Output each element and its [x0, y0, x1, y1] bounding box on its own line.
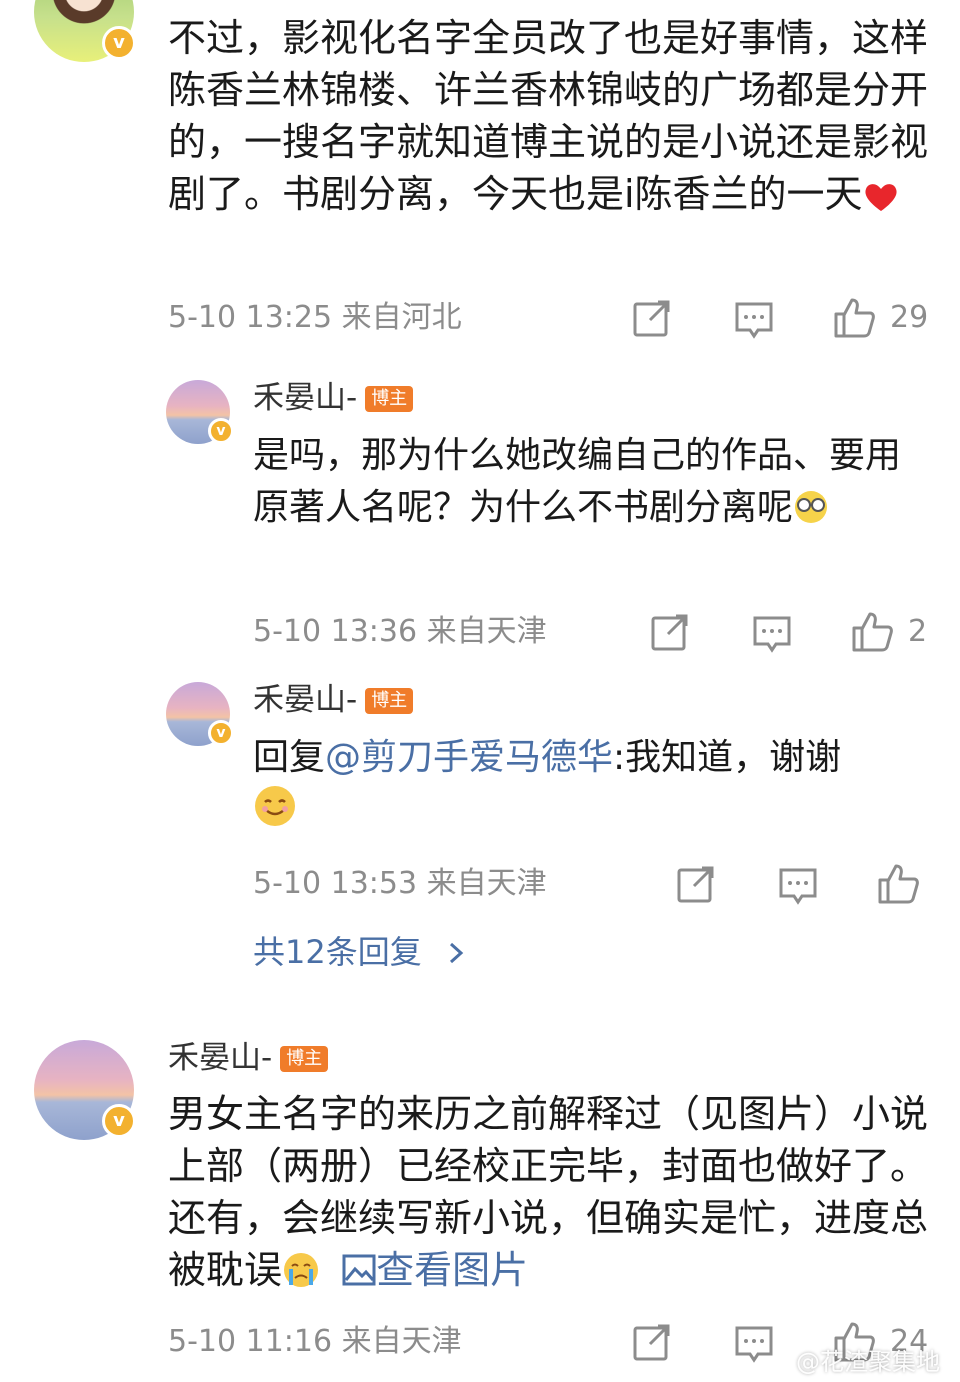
- verified-icon: v: [102, 26, 136, 60]
- avatar[interactable]: v: [34, 0, 136, 62]
- comment-text: 不过，影视化名字全员改了也是好事情，这样陈香兰林锦楼、许兰香林锦岐的广场都是分开…: [168, 12, 932, 226]
- avatar[interactable]: v: [34, 1040, 136, 1140]
- reply-meta: 5-10 13:36 来自天津: [253, 614, 547, 649]
- like-icon[interactable]: [850, 610, 894, 654]
- reply-author[interactable]: 禾晏山- 博主: [253, 680, 414, 720]
- reply-meta: 5-10 13:53 来自天津: [253, 866, 547, 901]
- comment-meta: 5-10 11:16 来自天津: [168, 1324, 462, 1359]
- verified-icon: v: [208, 720, 234, 746]
- image-icon: [342, 1254, 376, 1286]
- blogger-badge: 博主: [365, 688, 414, 714]
- chevron-right-icon: [449, 942, 464, 964]
- share-icon[interactable]: [632, 1322, 672, 1362]
- reply-text: 是吗，那为什么她改编自己的作品、要用原著人名呢？为什么不书剧分离呢: [253, 430, 913, 540]
- comment-icon[interactable]: [734, 300, 774, 340]
- verified-icon: v: [208, 418, 234, 444]
- watermark: @花渣聚集地: [796, 1348, 940, 1376]
- crying-emoji-icon: [282, 1250, 320, 1302]
- comment-meta: 5-10 13:25 来自河北: [168, 300, 462, 335]
- reply-author[interactable]: 禾晏山- 博主: [253, 378, 414, 418]
- blogger-badge: 博主: [365, 386, 414, 412]
- reply-text: 回复@剪刀手爱马德华:我知道，谢谢: [253, 732, 913, 843]
- mention-link[interactable]: @剪刀手爱马德华: [325, 737, 613, 778]
- heart-emoji-icon: [863, 174, 899, 226]
- comment-icon[interactable]: [752, 614, 792, 654]
- avatar[interactable]: v: [166, 682, 234, 746]
- share-icon[interactable]: [632, 298, 672, 338]
- like-count: 2: [908, 614, 928, 649]
- like-icon[interactable]: [832, 296, 876, 340]
- blogger-badge: 博主: [280, 1046, 329, 1072]
- avatar[interactable]: v: [166, 380, 234, 444]
- verified-icon: v: [102, 1104, 136, 1138]
- glasses-emoji-icon: [793, 488, 829, 540]
- share-icon[interactable]: [676, 864, 716, 904]
- comment-author[interactable]: 禾晏山- 博主: [168, 1038, 329, 1078]
- comment-text: 男女主名字的来历之前解释过（见图片）小说上部（两册）已经校正完毕，封面也做好了。…: [168, 1088, 932, 1302]
- share-icon[interactable]: [650, 612, 690, 652]
- view-more-replies-link[interactable]: 共12条回复: [253, 932, 466, 972]
- like-icon[interactable]: [876, 862, 920, 906]
- smile-emoji-icon: [253, 784, 297, 843]
- view-image-link[interactable]: 查看图片: [332, 1248, 528, 1292]
- like-count: 29: [890, 300, 929, 335]
- comment-icon[interactable]: [734, 1324, 774, 1364]
- comment-icon[interactable]: [778, 866, 818, 906]
